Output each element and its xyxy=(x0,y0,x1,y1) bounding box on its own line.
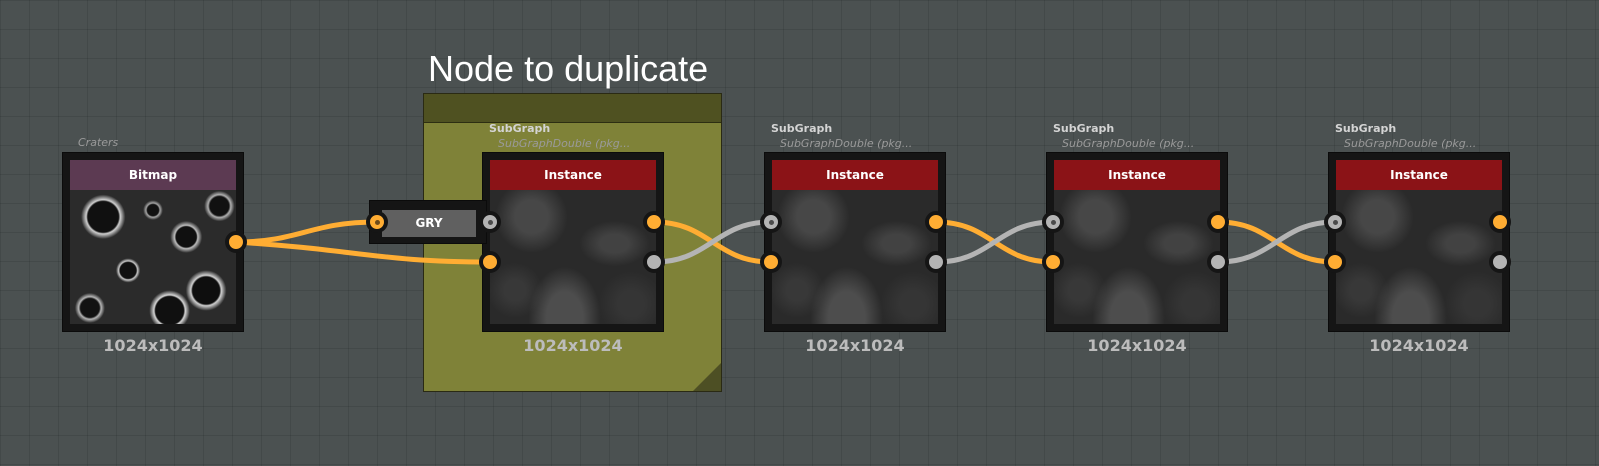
instance2-input-port-1-dot xyxy=(769,220,774,225)
instance3-resolution: 1024x1024 xyxy=(1087,336,1187,355)
instance1-subtitle: SubGraphDouble (pkg... xyxy=(498,137,631,150)
instance4-input-port-2[interactable] xyxy=(1324,251,1346,273)
instance-thumbnail xyxy=(1054,190,1220,324)
instance4-subtitle: SubGraphDouble (pkg... xyxy=(1344,137,1477,150)
frame-resize-handle[interactable] xyxy=(693,363,721,391)
instance1-input-port-2[interactable] xyxy=(479,251,501,273)
craters-output-port[interactable] xyxy=(225,231,247,253)
instance4-input-port-1[interactable] xyxy=(1324,211,1346,233)
instance3-input-port-1-dot xyxy=(1051,220,1056,225)
instance-node-header: Instance xyxy=(772,160,938,190)
instance1-title: SubGraph xyxy=(489,122,551,135)
instance-node-3[interactable]: Instance xyxy=(1046,152,1228,332)
wire-instance2-to-instance3-orange[interactable] xyxy=(933,219,1056,265)
instance4-resolution: 1024x1024 xyxy=(1369,336,1469,355)
gry-input-port-dot xyxy=(375,220,380,225)
instance2-input-port-2[interactable] xyxy=(760,251,782,273)
instance1-output-port-1[interactable] xyxy=(643,211,665,233)
instance3-title: SubGraph xyxy=(1053,122,1115,135)
instance2-title: SubGraph xyxy=(771,122,833,135)
instance1-input-port-1[interactable] xyxy=(479,211,501,233)
instance-node-1[interactable]: Instance xyxy=(482,152,664,332)
frame-header[interactable] xyxy=(424,94,721,123)
frame-title: Node to duplicate xyxy=(428,48,709,89)
craters-node-label: Craters xyxy=(78,136,119,149)
instance-node-header: Instance xyxy=(490,160,656,190)
instance2-input-port-1[interactable] xyxy=(760,211,782,233)
instance-thumbnail xyxy=(1336,190,1502,324)
instance1-resolution: 1024x1024 xyxy=(523,336,623,355)
instance4-output-port-1[interactable] xyxy=(1489,211,1511,233)
craters-resolution: 1024x1024 xyxy=(103,336,203,355)
instance-node-4[interactable]: Instance xyxy=(1328,152,1510,332)
instance-thumbnail xyxy=(490,190,656,324)
instance4-title: SubGraph xyxy=(1335,122,1397,135)
wire-craters-to-gry[interactable] xyxy=(233,219,380,245)
wire-instance2-to-instance3-gray[interactable] xyxy=(933,219,1056,265)
gry-input-port[interactable] xyxy=(366,211,388,233)
bitmap-node-header: Bitmap xyxy=(70,160,236,190)
instance2-output-port-1[interactable] xyxy=(925,211,947,233)
instance2-resolution: 1024x1024 xyxy=(805,336,905,355)
wire-instance3-to-instance4-gray[interactable] xyxy=(1215,219,1338,265)
instance2-subtitle: SubGraphDouble (pkg... xyxy=(780,137,913,150)
instance-node-2[interactable]: Instance xyxy=(764,152,946,332)
instance4-input-port-1-dot xyxy=(1333,220,1338,225)
bitmap-node-craters[interactable]: Bitmap xyxy=(62,152,244,332)
grayscale-converter-label: GRY xyxy=(382,210,476,237)
instance1-output-port-2[interactable] xyxy=(643,251,665,273)
instance-node-header: Instance xyxy=(1054,160,1220,190)
instance3-input-port-2[interactable] xyxy=(1042,251,1064,273)
instance2-output-port-2[interactable] xyxy=(925,251,947,273)
bitmap-thumbnail xyxy=(70,190,236,324)
instance3-output-port-1[interactable] xyxy=(1207,211,1229,233)
node-graph-canvas[interactable]: Node to duplicate Craters Bitmap 1024x10… xyxy=(0,0,1599,466)
instance-thumbnail xyxy=(772,190,938,324)
instance4-output-port-2[interactable] xyxy=(1489,251,1511,273)
instance3-output-port-2[interactable] xyxy=(1207,251,1229,273)
instance1-input-port-1-dot xyxy=(488,220,493,225)
instance3-input-port-1[interactable] xyxy=(1042,211,1064,233)
instance-node-header: Instance xyxy=(1336,160,1502,190)
instance3-subtitle: SubGraphDouble (pkg... xyxy=(1062,137,1195,150)
wire-instance3-to-instance4-orange[interactable] xyxy=(1215,219,1338,265)
